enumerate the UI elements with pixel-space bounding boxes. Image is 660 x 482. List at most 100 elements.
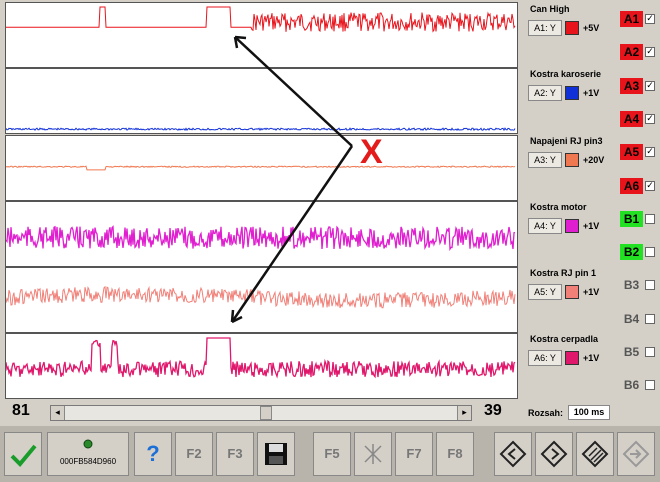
plot-channel-a6 — [5, 333, 518, 399]
rozsah-input[interactable]: 100 ms — [568, 405, 610, 420]
channel-checkbox[interactable]: ✓ — [645, 47, 655, 58]
nav-stripe-button[interactable] — [576, 432, 614, 476]
channel-checkbox[interactable] — [645, 247, 655, 258]
f5-button[interactable]: F5 — [313, 432, 351, 476]
f8-button[interactable]: F8 — [436, 432, 474, 476]
channel-panel-a2: Kostra karoserie A2: Y +1V — [528, 69, 614, 115]
diamond-right-icon — [540, 440, 568, 468]
channel-axis-button[interactable]: A5: Y — [528, 284, 562, 300]
plot-channel-a1 — [5, 2, 518, 68]
channel-toggle-label: A5 — [620, 144, 643, 161]
channel-checkbox[interactable]: ✓ — [645, 147, 655, 158]
scroll-right-button[interactable]: ▸ — [457, 406, 471, 420]
oscilloscope-plots — [5, 2, 518, 400]
channel-color-swatch[interactable] — [565, 285, 579, 299]
channel-volts: +1V — [583, 287, 600, 297]
waveform-a3 — [6, 165, 516, 171]
channel-checkbox[interactable]: ✓ — [645, 180, 655, 191]
channel-toggle-b3[interactable]: B3 — [620, 276, 660, 294]
diamond-striped-icon — [581, 440, 609, 468]
scroll-thumb[interactable] — [260, 406, 272, 420]
channel-axis-button[interactable]: A4: Y — [528, 218, 562, 234]
channel-toggle-label: B3 — [623, 278, 640, 293]
channel-checkbox[interactable]: ✓ — [645, 113, 655, 124]
channel-toggle-label: A3 — [620, 77, 643, 94]
exit-button[interactable] — [617, 432, 655, 476]
floppy-disk-icon — [265, 443, 287, 465]
channel-axis-button[interactable]: A6: Y — [528, 350, 562, 366]
plot-channel-a3 — [5, 135, 518, 201]
channel-color-swatch[interactable] — [565, 219, 579, 233]
cursor-button[interactable] — [354, 432, 392, 476]
channel-color-swatch[interactable] — [565, 351, 579, 365]
channel-toggle-a4[interactable]: A4 ✓ — [620, 110, 660, 128]
channel-volts: +20V — [583, 155, 605, 165]
scroll-left-button[interactable]: ◂ — [51, 406, 65, 420]
channel-panel-a4: Kostra motor A4: Y +1V — [528, 202, 614, 248]
time-scrollbar[interactable]: ◂ ▸ — [50, 405, 472, 421]
channel-panel-a1: Can High A1: Y +5V — [528, 4, 614, 50]
diamond-left-icon — [499, 440, 527, 468]
channel-panel-a5: Kostra RJ pin 1 A5: Y +1V — [528, 268, 614, 314]
channel-toggle-b2[interactable]: B2 — [620, 243, 660, 261]
cursor-icon — [364, 444, 382, 464]
channel-name: Napajeni RJ pin3 — [530, 136, 603, 146]
scroll-right-value: 39 — [484, 402, 502, 419]
channel-checkbox[interactable] — [645, 213, 655, 224]
channel-toggle-b6[interactable]: B6 — [620, 376, 660, 394]
confirm-button[interactable] — [4, 432, 42, 476]
checkmark-icon — [10, 444, 37, 467]
waveform-a5 — [6, 285, 516, 309]
channel-toggle-b1[interactable]: B1 — [620, 210, 660, 228]
channel-toggle-label: A6 — [620, 177, 643, 194]
channel-checkbox[interactable] — [645, 280, 655, 291]
status-led-icon — [83, 439, 93, 449]
rozsah-label: Rozsah: — [528, 408, 564, 418]
channel-checkbox[interactable]: ✓ — [645, 80, 655, 91]
nav-left-button[interactable] — [494, 432, 532, 476]
save-button[interactable] — [257, 432, 295, 476]
channel-toggle-b4[interactable]: B4 — [620, 310, 660, 328]
channel-color-swatch[interactable] — [565, 153, 579, 167]
device-id: 000FB584D960 — [59, 457, 117, 466]
waveform-a2 — [6, 127, 516, 132]
channel-toggle-label: A2 — [620, 44, 643, 61]
channel-checkbox[interactable] — [645, 313, 655, 324]
f2-button[interactable]: F2 — [175, 432, 213, 476]
channel-toggle-label: B5 — [623, 345, 640, 359]
channel-axis-button[interactable]: A2: Y — [528, 85, 562, 101]
channel-toggle-a6[interactable]: A6 ✓ — [620, 177, 660, 195]
channel-name: Kostra RJ pin 1 — [530, 268, 597, 278]
channel-toggle-label: B1 — [620, 210, 643, 227]
channel-volts: +1V — [583, 88, 600, 98]
channel-volts: +5V — [583, 23, 600, 33]
help-button[interactable]: ? — [134, 432, 172, 476]
channel-name: Kostra cerpadla — [530, 334, 599, 344]
nav-right-button[interactable] — [535, 432, 573, 476]
channel-color-swatch[interactable] — [565, 21, 579, 35]
channel-checkbox[interactable]: ✓ — [645, 14, 655, 24]
channel-panel-a6: Kostra cerpadla A6: Y +1V — [528, 334, 614, 380]
f3-button[interactable]: F3 — [216, 432, 254, 476]
channel-toggle-a2[interactable]: A2 ✓ — [620, 43, 660, 61]
channel-checkbox[interactable] — [645, 347, 655, 357]
channel-color-swatch[interactable] — [565, 86, 579, 100]
channel-toggle-a1[interactable]: A1 ✓ — [620, 10, 660, 28]
channel-name: Kostra karoserie — [530, 69, 602, 79]
plot-channel-a2 — [5, 68, 518, 134]
waveform-a1 — [6, 6, 516, 33]
channel-name: Can High — [530, 4, 570, 14]
channel-axis-button[interactable]: A1: Y — [528, 20, 562, 36]
channel-volts: +1V — [583, 353, 600, 363]
plot-channel-a4 — [5, 201, 518, 267]
channel-checkbox[interactable] — [645, 380, 655, 391]
channel-axis-button[interactable]: A3: Y — [528, 152, 562, 168]
diamond-exit-icon — [622, 440, 650, 468]
channel-panel-a3: Napajeni RJ pin3 A3: Y +20V — [528, 136, 614, 182]
channel-toggle-a3[interactable]: A3 ✓ — [620, 77, 660, 95]
channel-toggle-label: A4 — [620, 110, 643, 127]
device-button[interactable]: 000FB584D960 — [47, 432, 129, 476]
channel-toggle-a5[interactable]: A5 ✓ — [620, 143, 660, 161]
channel-toggle-b5[interactable]: B5 — [620, 343, 660, 361]
f7-button[interactable]: F7 — [395, 432, 433, 476]
